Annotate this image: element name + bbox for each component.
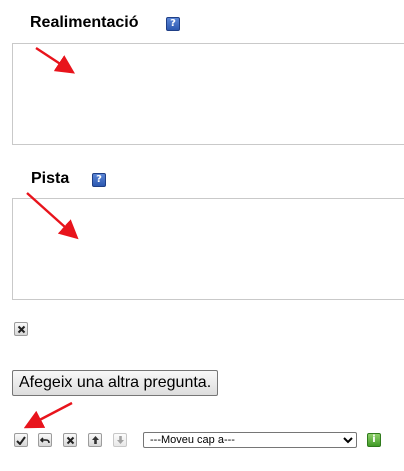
- feedback-textarea[interactable]: [12, 43, 404, 145]
- move-up-icon[interactable]: [88, 433, 102, 447]
- feedback-label: Realimentació: [30, 14, 139, 31]
- question-mark-icon[interactable]: ?: [92, 173, 106, 187]
- hint-label: Pista: [31, 170, 70, 187]
- add-question-button[interactable]: Afegeix una altra pregunta.: [12, 370, 219, 396]
- annotation-arrow: [23, 401, 73, 429]
- undo-icon[interactable]: [38, 433, 52, 447]
- hint-textarea[interactable]: [12, 198, 404, 300]
- checkmark-icon[interactable]: [14, 433, 28, 447]
- move-to-select[interactable]: ---Moveu cap a---: [143, 432, 357, 448]
- delete-icon[interactable]: [63, 433, 77, 447]
- question-mark-icon[interactable]: ?: [166, 17, 180, 31]
- info-icon[interactable]: i: [367, 433, 381, 447]
- move-down-icon[interactable]: [113, 433, 127, 447]
- close-x-icon[interactable]: [14, 322, 28, 336]
